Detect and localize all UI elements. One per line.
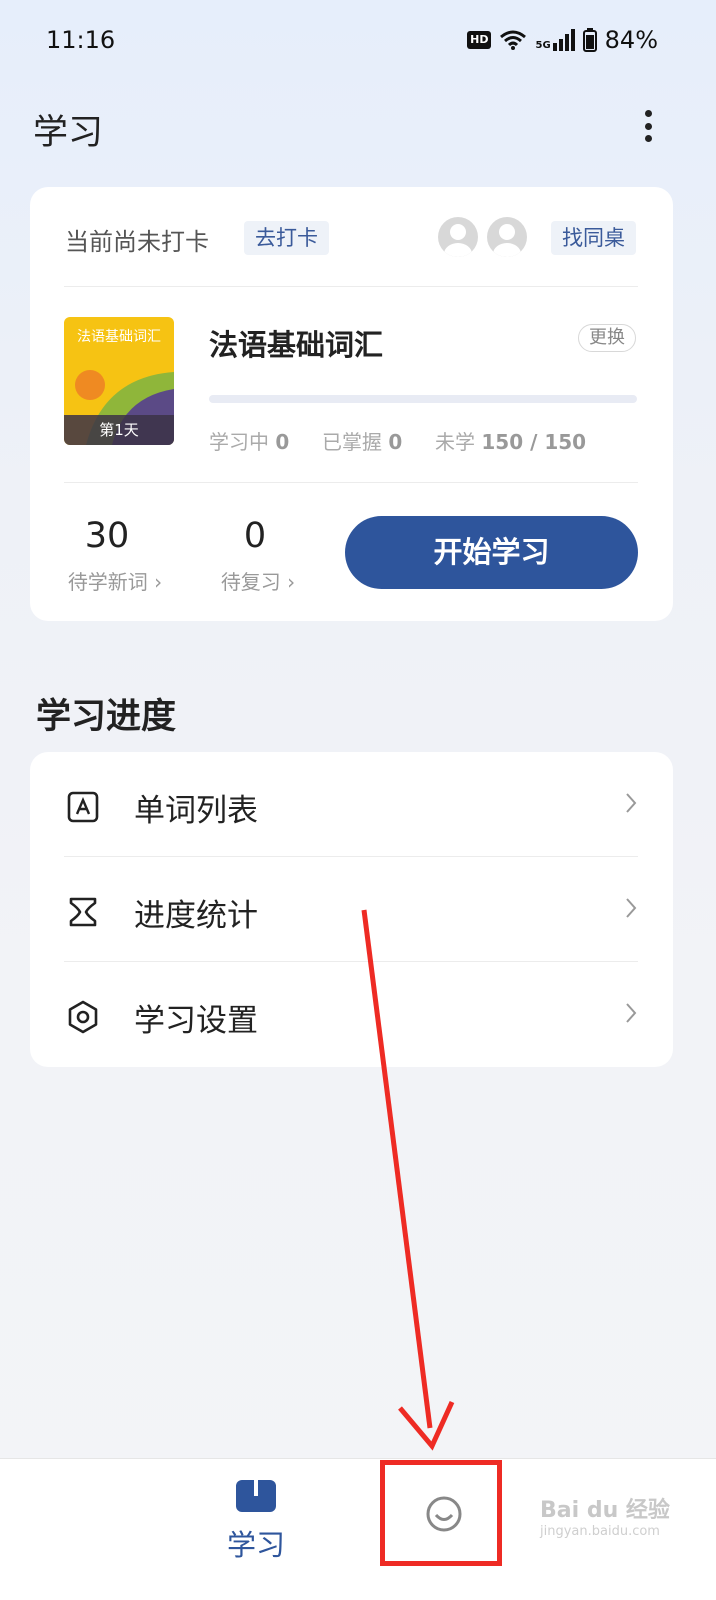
annotation-arrow bbox=[361, 909, 455, 1451]
tab-study-label: 学习 bbox=[226, 1528, 285, 1562]
book-icon bbox=[236, 1480, 276, 1512]
tab-study[interactable]: 学习 bbox=[214, 1478, 298, 1564]
watermark-url: jingyan.baidu.com bbox=[540, 1524, 660, 1539]
annotation-highlight-box bbox=[380, 1460, 502, 1566]
watermark: Bai du 经验 bbox=[540, 1498, 670, 1523]
